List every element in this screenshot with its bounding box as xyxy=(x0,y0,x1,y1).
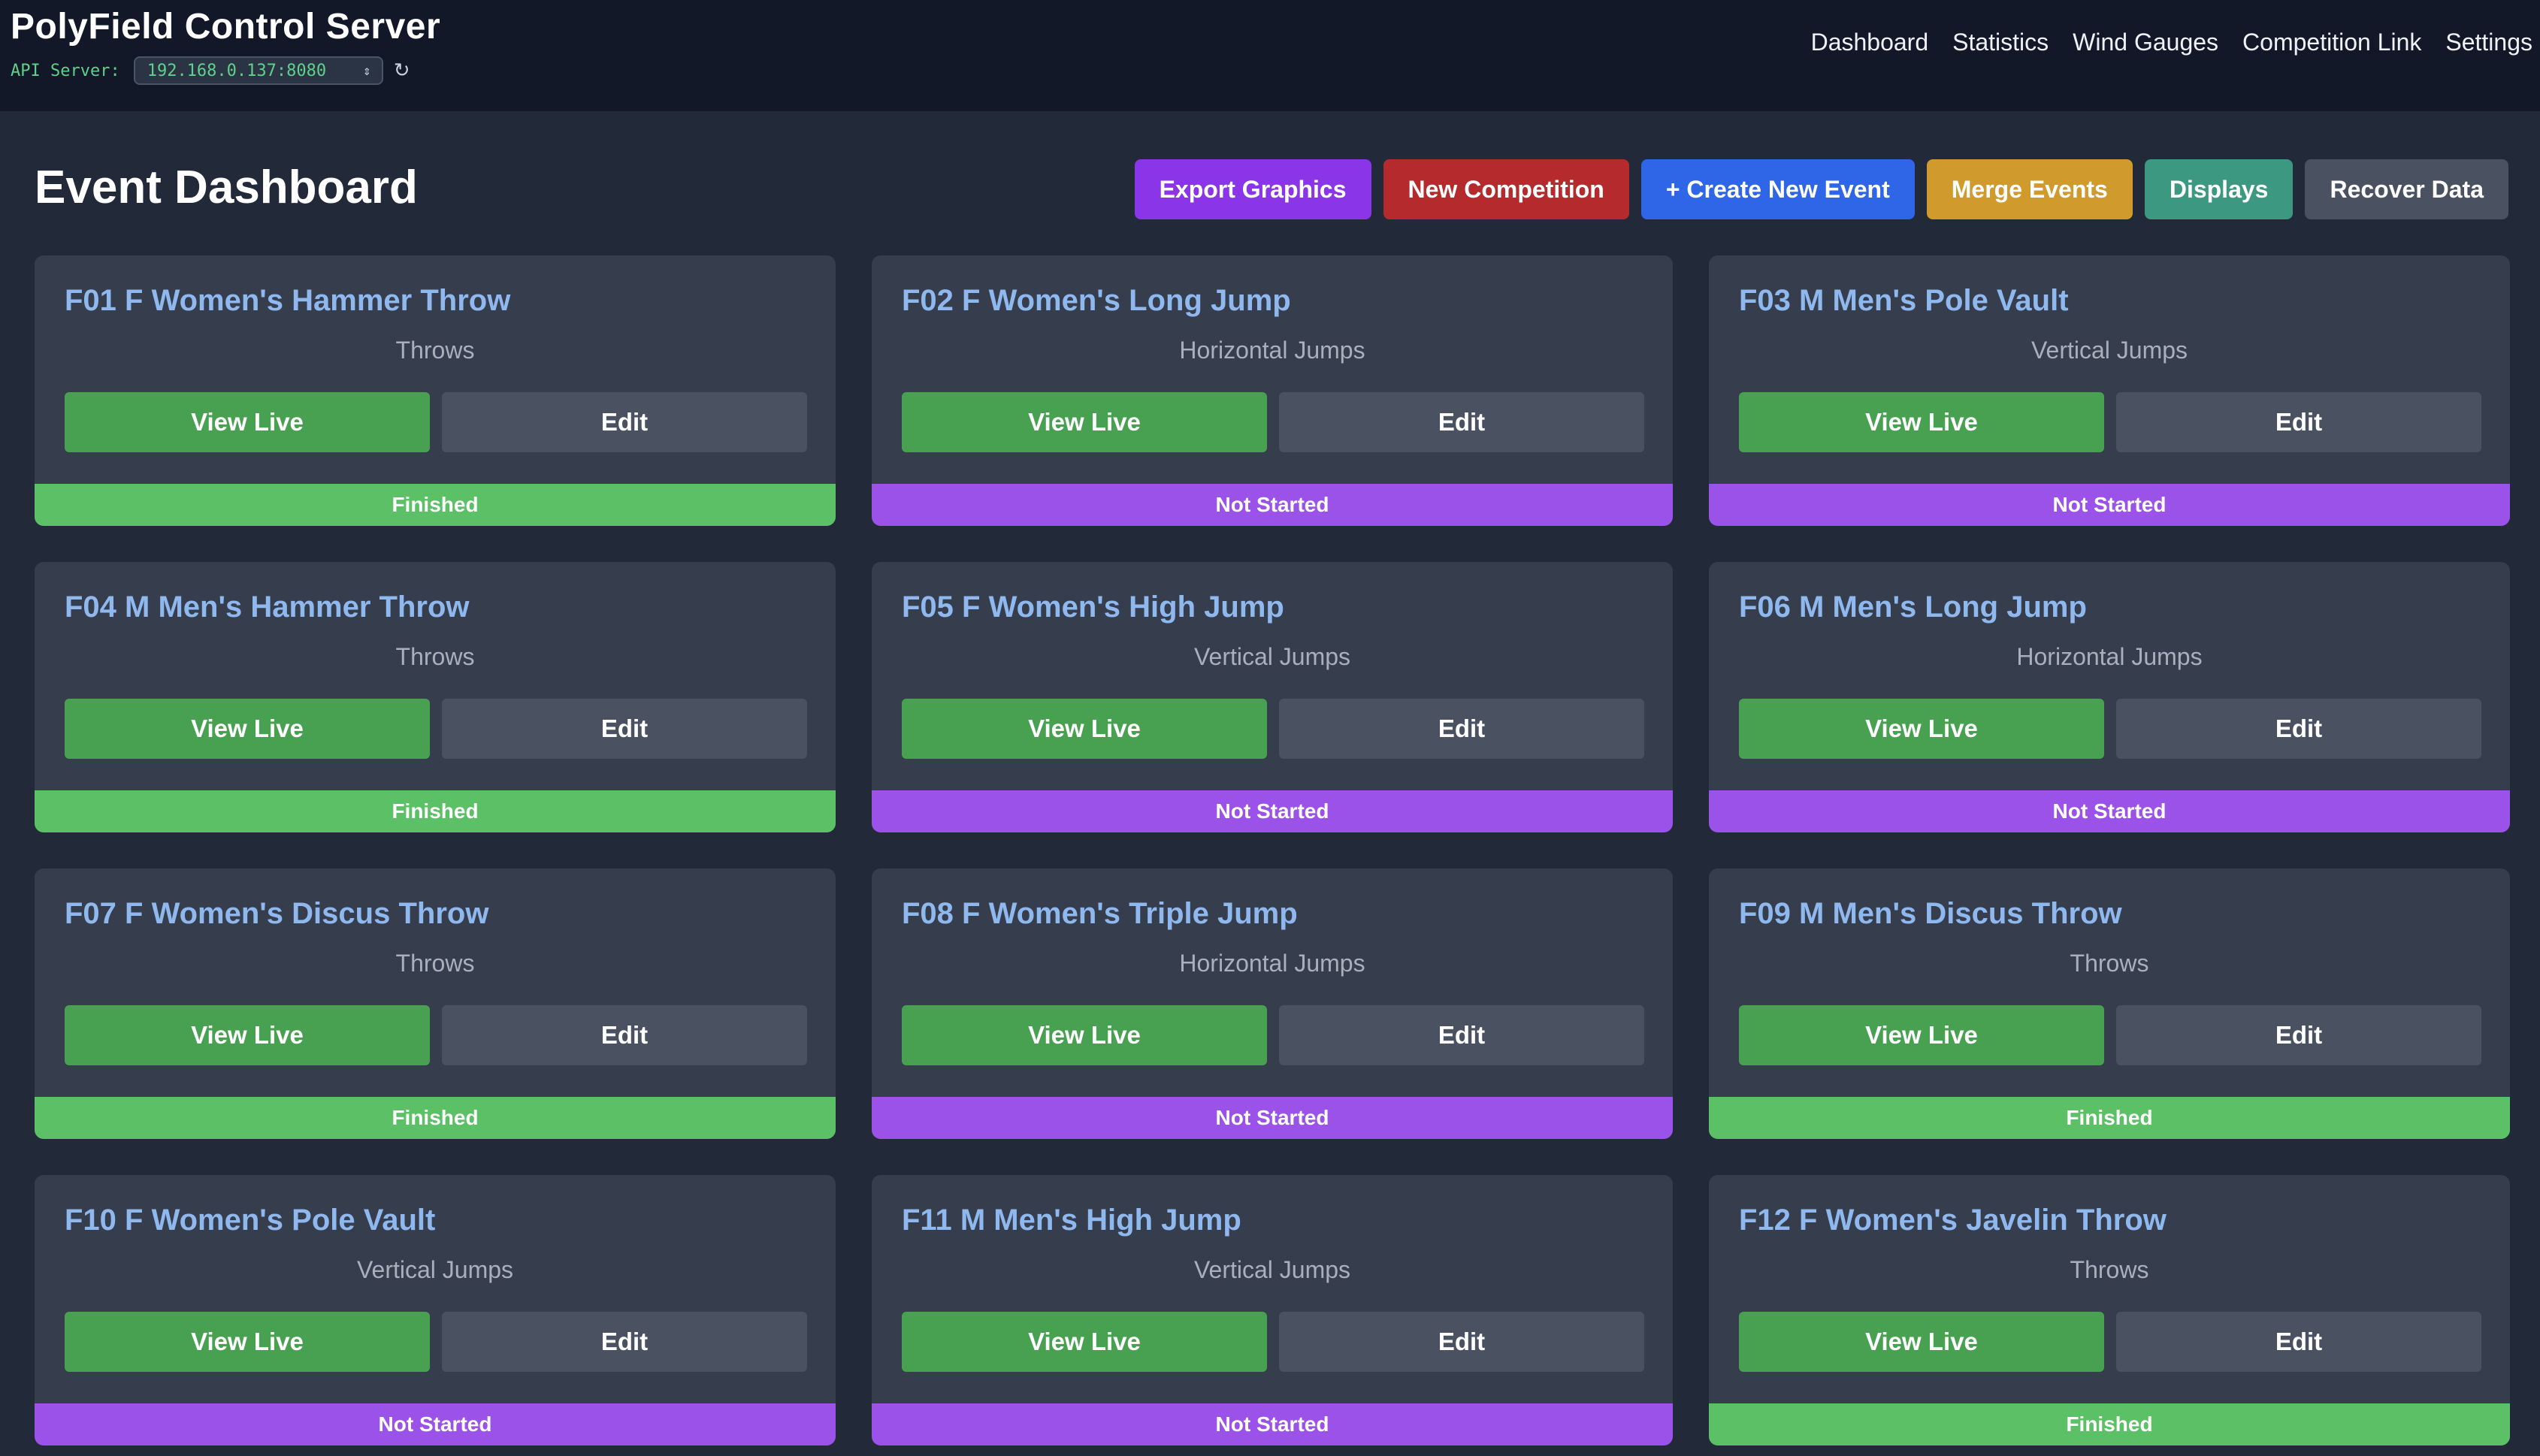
status-badge: Not Started xyxy=(1709,790,2510,832)
event-category: Horizontal Jumps xyxy=(1179,337,1365,364)
event-card: F10 F Women's Pole Vault Vertical Jumps … xyxy=(35,1175,836,1445)
edit-button[interactable]: Edit xyxy=(2116,699,2481,759)
view-live-button[interactable]: View Live xyxy=(1739,392,2104,452)
event-title: F12 F Women's Javelin Throw xyxy=(1739,1204,2167,1237)
status-badge: Finished xyxy=(1709,1097,2510,1139)
app-title: PolyField Control Server xyxy=(11,7,441,47)
status-badge: Not Started xyxy=(1709,484,2510,526)
event-title: F02 F Women's Long Jump xyxy=(902,284,1291,317)
status-badge: Finished xyxy=(35,1097,836,1139)
event-category: Throws xyxy=(395,950,475,977)
displays-button[interactable]: Displays xyxy=(2144,159,2294,219)
api-server-row: API Server: 192.168.0.137:8080 ⇕ ↻ xyxy=(11,56,410,86)
edit-button[interactable]: Edit xyxy=(1279,1312,1644,1372)
action-toolbar: Export Graphics New Competition + Create… xyxy=(1134,159,2508,219)
nav-settings[interactable]: Settings xyxy=(2445,29,2532,56)
event-category: Throws xyxy=(395,643,475,670)
view-live-button[interactable]: View Live xyxy=(65,699,430,759)
event-title: F10 F Women's Pole Vault xyxy=(65,1204,436,1237)
merge-events-button[interactable]: Merge Events xyxy=(1926,159,2133,219)
event-card: F06 M Men's Long Jump Horizontal Jumps V… xyxy=(1709,562,2510,832)
api-server-value: 192.168.0.137:8080 xyxy=(147,61,327,80)
event-category: Vertical Jumps xyxy=(1193,643,1351,670)
view-live-button[interactable]: View Live xyxy=(1739,1005,2104,1065)
edit-button[interactable]: Edit xyxy=(442,1005,807,1065)
event-card: F07 F Women's Discus Throw Throws View L… xyxy=(35,868,836,1139)
edit-button[interactable]: Edit xyxy=(1279,392,1644,452)
edit-button[interactable]: Edit xyxy=(2116,1005,2481,1065)
event-grid: F01 F Women's Hammer Throw Throws View L… xyxy=(35,255,2510,1445)
event-card: F04 M Men's Hammer Throw Throws View Liv… xyxy=(35,562,836,832)
event-title: F07 F Women's Discus Throw xyxy=(65,897,489,930)
event-category: Horizontal Jumps xyxy=(1179,950,1365,977)
status-badge: Not Started xyxy=(872,1097,1673,1139)
event-title: F01 F Women's Hammer Throw xyxy=(65,284,511,317)
new-competition-button[interactable]: New Competition xyxy=(1383,159,1629,219)
view-live-button[interactable]: View Live xyxy=(902,1005,1267,1065)
status-badge: Not Started xyxy=(872,484,1673,526)
edit-button[interactable]: Edit xyxy=(1279,1005,1644,1065)
recover-data-button[interactable]: Recover Data xyxy=(2305,159,2508,219)
api-server-select[interactable]: 192.168.0.137:8080 ⇕ xyxy=(133,56,383,85)
edit-button[interactable]: Edit xyxy=(442,1312,807,1372)
view-live-button[interactable]: View Live xyxy=(902,699,1267,759)
view-live-button[interactable]: View Live xyxy=(65,1312,430,1372)
event-card: F11 M Men's High Jump Vertical Jumps Vie… xyxy=(872,1175,1673,1445)
export-graphics-button[interactable]: Export Graphics xyxy=(1134,159,1371,219)
event-card: F03 M Men's Pole Vault Vertical Jumps Vi… xyxy=(1709,255,2510,526)
chevron-updown-icon: ⇕ xyxy=(362,62,371,79)
event-category: Horizontal Jumps xyxy=(2016,643,2203,670)
event-title: F03 M Men's Pole Vault xyxy=(1739,284,2069,317)
event-card: F09 M Men's Discus Throw Throws View Liv… xyxy=(1709,868,2510,1139)
edit-button[interactable]: Edit xyxy=(442,392,807,452)
edit-button[interactable]: Edit xyxy=(1279,699,1644,759)
event-category: Throws xyxy=(2070,950,2149,977)
event-title: F05 F Women's High Jump xyxy=(902,591,1284,624)
event-card: F02 F Women's Long Jump Horizontal Jumps… xyxy=(872,255,1673,526)
event-title: F09 M Men's Discus Throw xyxy=(1739,897,2122,930)
main-nav: Dashboard Statistics Wind Gauges Competi… xyxy=(1811,29,2532,56)
edit-button[interactable]: Edit xyxy=(2116,392,2481,452)
view-live-button[interactable]: View Live xyxy=(65,1005,430,1065)
page-title: Event Dashboard xyxy=(35,162,418,213)
status-badge: Finished xyxy=(35,790,836,832)
view-live-button[interactable]: View Live xyxy=(1739,1312,2104,1372)
status-badge: Finished xyxy=(35,484,836,526)
view-live-button[interactable]: View Live xyxy=(65,392,430,452)
create-new-event-button[interactable]: + Create New Event xyxy=(1640,159,1915,219)
status-badge: Not Started xyxy=(872,790,1673,832)
event-title: F06 M Men's Long Jump xyxy=(1739,591,2087,624)
event-card: F08 F Women's Triple Jump Horizontal Jum… xyxy=(872,868,1673,1139)
nav-wind-gauges[interactable]: Wind Gauges xyxy=(2073,29,2218,56)
view-live-button[interactable]: View Live xyxy=(902,1312,1267,1372)
status-badge: Finished xyxy=(1709,1403,2510,1445)
view-live-button[interactable]: View Live xyxy=(902,392,1267,452)
view-live-button[interactable]: View Live xyxy=(1739,699,2104,759)
event-category: Vertical Jumps xyxy=(2030,337,2188,364)
nav-competition-link[interactable]: Competition Link xyxy=(2242,29,2421,56)
refresh-icon[interactable]: ↻ xyxy=(394,59,410,82)
event-category: Vertical Jumps xyxy=(1193,1256,1351,1283)
nav-dashboard[interactable]: Dashboard xyxy=(1811,29,1929,56)
edit-button[interactable]: Edit xyxy=(442,699,807,759)
event-category: Vertical Jumps xyxy=(356,1256,514,1283)
status-badge: Not Started xyxy=(872,1403,1673,1445)
event-title: F08 F Women's Triple Jump xyxy=(902,897,1298,930)
event-card: F05 F Women's High Jump Vertical Jumps V… xyxy=(872,562,1673,832)
nav-statistics[interactable]: Statistics xyxy=(1952,29,2049,56)
event-category: Throws xyxy=(395,337,475,364)
event-title: F11 M Men's High Jump xyxy=(902,1204,1241,1237)
edit-button[interactable]: Edit xyxy=(2116,1312,2481,1372)
top-bar: PolyField Control Server API Server: 192… xyxy=(0,0,2540,111)
event-card: F12 F Women's Javelin Throw Throws View … xyxy=(1709,1175,2510,1445)
api-server-label: API Server: xyxy=(11,61,120,80)
event-card: F01 F Women's Hammer Throw Throws View L… xyxy=(35,255,836,526)
event-title: F04 M Men's Hammer Throw xyxy=(65,591,470,624)
status-badge: Not Started xyxy=(35,1403,836,1445)
event-category: Throws xyxy=(2070,1256,2149,1283)
